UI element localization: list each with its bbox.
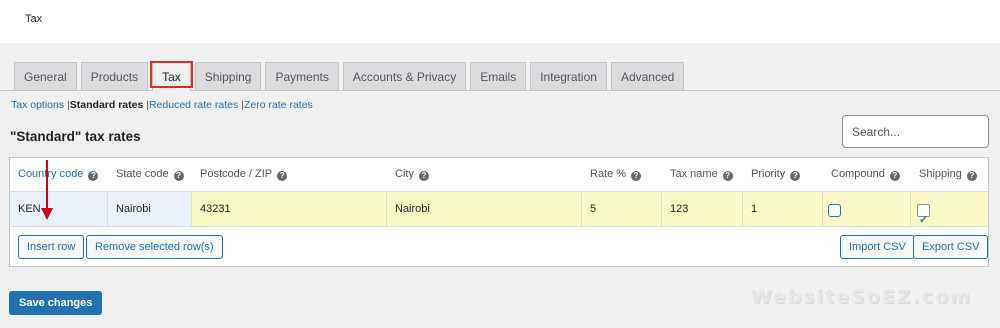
subnav-standard-rates: Standard rates <box>69 99 144 111</box>
subnav-tax-options[interactable]: Tax options <box>11 99 64 111</box>
tabs-divider <box>0 90 1000 91</box>
shipping-cell <box>911 192 988 237</box>
tax-rates-table: Country code? State code? Postcode / ZIP… <box>9 157 989 267</box>
help-icon[interactable]: ? <box>631 171 642 181</box>
annotation-arrow-icon <box>41 160 53 220</box>
import-csv-button[interactable]: Import CSV <box>840 235 915 259</box>
priority-field[interactable]: 1 <box>743 192 823 226</box>
compound-checkbox[interactable] <box>828 204 841 217</box>
tax-name-field[interactable]: 123 <box>662 192 743 226</box>
subnav-zero-rates[interactable]: Zero rate rates <box>244 99 313 111</box>
postcode-field[interactable]: 43231 <box>192 192 387 226</box>
help-icon[interactable]: ? <box>277 171 288 181</box>
column-header-state-code: State code? <box>116 168 184 181</box>
page-header: Tax <box>0 0 1000 43</box>
tab-tax[interactable]: Tax <box>150 61 193 91</box>
section-heading: "Standard" tax rates <box>10 129 141 144</box>
settings-tabs: General Products Tax Shipping Payments A… <box>14 61 688 91</box>
column-header-postcode: Postcode / ZIP? <box>200 168 288 181</box>
shipping-checkbox[interactable] <box>917 203 930 237</box>
tab-accounts-privacy[interactable]: Accounts & Privacy <box>342 62 467 91</box>
tab-advanced[interactable]: Advanced <box>610 62 685 91</box>
tax-subnav: Tax options |Standard rates |Reduced rat… <box>11 99 313 111</box>
state-code-field[interactable]: Nairobi <box>108 192 192 226</box>
help-icon[interactable]: ? <box>418 171 429 181</box>
save-changes-button[interactable]: Save changes <box>9 291 103 315</box>
table-row[interactable]: KEN Nairobi 43231 Nairobi 5 123 1 <box>10 191 988 237</box>
column-header-priority: Priority? <box>751 168 801 181</box>
city-field[interactable]: Nairobi <box>387 192 582 226</box>
column-header-tax-name: Tax name? <box>670 168 733 181</box>
tab-shipping[interactable]: Shipping <box>194 62 262 91</box>
help-icon[interactable]: ? <box>88 171 99 181</box>
help-icon[interactable]: ? <box>790 171 801 181</box>
page-title: Tax <box>25 13 43 25</box>
rate-field[interactable]: 5 <box>582 192 662 226</box>
column-header-country-code[interactable]: Country code? <box>18 168 99 181</box>
column-header-shipping: Shipping? <box>919 168 977 181</box>
watermark: WebsiteSoEZ.com <box>750 286 972 308</box>
tab-emails[interactable]: Emails <box>470 62 527 91</box>
compound-cell <box>823 192 911 226</box>
help-icon[interactable]: ? <box>722 171 733 181</box>
tab-general[interactable]: General <box>14 62 77 91</box>
subnav-reduced-rates[interactable]: Reduced rate rates <box>149 99 238 111</box>
column-header-compound: Compound? <box>831 168 900 181</box>
search-input[interactable] <box>842 115 989 148</box>
tab-products[interactable]: Products <box>80 62 149 91</box>
export-csv-button[interactable]: Export CSV <box>913 235 989 259</box>
column-header-city: City? <box>395 168 429 181</box>
tab-payments[interactable]: Payments <box>265 62 339 91</box>
help-icon[interactable]: ? <box>173 171 184 181</box>
tab-integration[interactable]: Integration <box>530 62 607 91</box>
insert-row-button[interactable]: Insert row <box>18 235 85 259</box>
remove-rows-button[interactable]: Remove selected row(s) <box>86 235 223 259</box>
country-code-field[interactable]: KEN <box>10 192 108 226</box>
help-icon[interactable]: ? <box>889 171 900 181</box>
column-header-rate: Rate %? <box>590 168 642 181</box>
help-icon[interactable]: ? <box>966 171 977 181</box>
